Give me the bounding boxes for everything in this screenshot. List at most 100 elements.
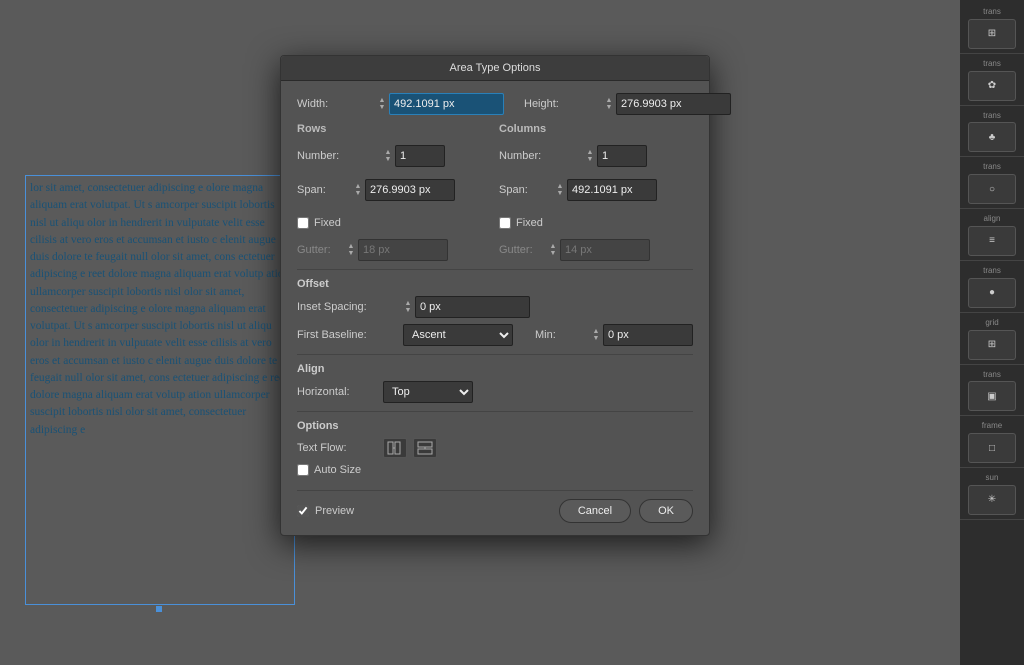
rows-gutter-spin-down[interactable]: ▼ xyxy=(346,250,356,257)
divider-3 xyxy=(297,411,693,412)
min-spin-up[interactable]: ▲ xyxy=(591,328,601,335)
inset-spacing-row: Inset Spacing: ▲ ▼ xyxy=(297,296,693,318)
columns-number-input[interactable] xyxy=(597,145,647,167)
toolbar-btn-3[interactable]: ♣ xyxy=(968,122,1016,152)
toolbar-btn-sun[interactable]: ✳ xyxy=(968,485,1016,515)
rows-gutter-spin-up[interactable]: ▲ xyxy=(346,243,356,250)
inset-spacing-input[interactable] xyxy=(415,296,530,318)
club-icon: ♣ xyxy=(989,132,996,143)
rows-fixed-row: Fixed xyxy=(297,217,491,229)
columns-span-spin-down[interactable]: ▼ xyxy=(555,190,565,197)
inset-spacing-spinner[interactable]: ▲ ▼ xyxy=(403,300,413,314)
rows-fixed-checkbox[interactable] xyxy=(297,217,309,229)
inset-spacing-spin-down[interactable]: ▼ xyxy=(403,307,413,314)
columns-span-input-group: ▲ ▼ xyxy=(555,179,657,201)
columns-span-input[interactable] xyxy=(567,179,657,201)
first-baseline-row: First Baseline: Ascent Cap Height Leadin… xyxy=(297,324,693,346)
columns-number-spin-up[interactable]: ▲ xyxy=(585,149,595,156)
columns-number-spinner[interactable]: ▲ ▼ xyxy=(585,149,595,163)
rows-number-spinner[interactable]: ▲ ▼ xyxy=(383,149,393,163)
offset-header: Offset xyxy=(297,278,693,290)
rows-span-row: Span: ▲ ▼ xyxy=(297,179,491,201)
toolbar-btn-transform[interactable]: ⊞ xyxy=(968,19,1016,49)
toolbar-section-2: trans ✿ xyxy=(960,56,1024,106)
preview-label: Preview xyxy=(315,505,354,517)
canvas-text: lor sit amet, consectetuer adipiscing e … xyxy=(30,180,290,439)
columns-gutter-label: Gutter: xyxy=(499,244,544,256)
columns-fixed-label: Fixed xyxy=(516,217,543,229)
text-flow-vertical-icon[interactable] xyxy=(413,438,437,458)
horizontal-select[interactable]: Top Center Bottom Justify xyxy=(383,381,473,403)
rows-number-row: Number: ▲ ▼ xyxy=(297,145,491,167)
columns-span-spin-up[interactable]: ▲ xyxy=(555,183,565,190)
width-input[interactable] xyxy=(389,93,504,115)
toolbar-btn-2[interactable]: ✿ xyxy=(968,71,1016,101)
grid-icon: ⊞ xyxy=(988,339,996,350)
inset-spacing-label: Inset Spacing: xyxy=(297,301,397,313)
text-flow-horizontal-icon[interactable] xyxy=(383,438,407,458)
columns-span-spinner[interactable]: ▲ ▼ xyxy=(555,183,565,197)
cancel-button[interactable]: Cancel xyxy=(559,499,631,523)
height-spinner[interactable]: ▲ ▼ xyxy=(604,97,614,111)
toolbar-section-3: trans ♣ xyxy=(960,108,1024,158)
columns-number-label: Number: xyxy=(499,150,579,162)
auto-size-checkbox[interactable] xyxy=(297,464,309,476)
width-height-row: Width: ▲ ▼ Height: ▲ ▼ xyxy=(297,93,693,115)
toolbar-btn-6[interactable]: ▣ xyxy=(968,381,1016,411)
columns-span-row: Span: ▲ ▼ xyxy=(499,179,693,201)
columns-number-input-group: ▲ ▼ xyxy=(585,145,647,167)
columns-number-spin-down[interactable]: ▼ xyxy=(585,156,595,163)
rows-number-spin-down[interactable]: ▼ xyxy=(383,156,393,163)
rows-fixed-label: Fixed xyxy=(314,217,341,229)
preview-checkbox[interactable] xyxy=(297,505,309,517)
width-spin-down[interactable]: ▼ xyxy=(377,104,387,111)
divider-2 xyxy=(297,354,693,355)
text-flow-icons xyxy=(383,438,437,458)
options-header: Options xyxy=(297,420,693,432)
flower-icon: ✿ xyxy=(988,80,996,91)
width-spin-up[interactable]: ▲ xyxy=(377,97,387,104)
align-icon: ≡ xyxy=(989,235,995,246)
rows-span-input-group: ▲ ▼ xyxy=(353,179,455,201)
columns-fixed-checkbox[interactable] xyxy=(499,217,511,229)
inset-spacing-spin-up[interactable]: ▲ xyxy=(403,300,413,307)
min-input[interactable] xyxy=(603,324,693,346)
min-spin-down[interactable]: ▼ xyxy=(591,335,601,342)
columns-gutter-spin-up[interactable]: ▲ xyxy=(548,243,558,250)
rows-span-spin-up[interactable]: ▲ xyxy=(353,183,363,190)
columns-span-label: Span: xyxy=(499,184,549,196)
columns-gutter-spinner[interactable]: ▲ ▼ xyxy=(548,243,558,257)
rows-span-spinner[interactable]: ▲ ▼ xyxy=(353,183,363,197)
columns-gutter-spin-down[interactable]: ▼ xyxy=(548,250,558,257)
rows-gutter-spinner[interactable]: ▲ ▼ xyxy=(346,243,356,257)
height-spin-down[interactable]: ▼ xyxy=(604,104,614,111)
columns-group: Columns Number: ▲ ▼ Span: xyxy=(499,123,693,261)
rows-number-input[interactable] xyxy=(395,145,445,167)
height-spin-up[interactable]: ▲ xyxy=(604,97,614,104)
rows-span-spin-down[interactable]: ▼ xyxy=(353,190,363,197)
inset-spacing-input-group: ▲ ▼ xyxy=(403,296,530,318)
min-label: Min: xyxy=(535,329,585,341)
transform-icon: ⊞ xyxy=(988,28,996,39)
toolbar-section-1: trans ⊞ xyxy=(960,4,1024,54)
toolbar-btn-grid[interactable]: ⊞ xyxy=(968,330,1016,360)
min-spinner[interactable]: ▲ ▼ xyxy=(591,328,601,342)
columns-fixed-row: Fixed xyxy=(499,217,693,229)
rows-span-input[interactable] xyxy=(365,179,455,201)
height-input-group: ▲ ▼ xyxy=(604,93,731,115)
toolbar-btn-frame[interactable]: □ xyxy=(968,433,1016,463)
toolbar-btn-align[interactable]: ≡ xyxy=(968,226,1016,256)
bullet-icon: ● xyxy=(989,287,995,298)
rows-number-spin-up[interactable]: ▲ xyxy=(383,149,393,156)
width-label: Width: xyxy=(297,98,377,110)
text-flow-row: Text Flow: xyxy=(297,438,693,458)
toolbar-btn-4[interactable]: ○ xyxy=(968,174,1016,204)
height-input[interactable] xyxy=(616,93,731,115)
width-spinner[interactable]: ▲ ▼ xyxy=(377,97,387,111)
toolbar-btn-5[interactable]: ● xyxy=(968,278,1016,308)
ok-button[interactable]: OK xyxy=(639,499,693,523)
rows-gutter-row: Gutter: ▲ ▼ xyxy=(297,239,491,261)
toolbar-section-6: trans ● xyxy=(960,263,1024,313)
first-baseline-select[interactable]: Ascent Cap Height Leading x Height Em Bo… xyxy=(403,324,513,346)
text-anchor-dot xyxy=(156,606,162,612)
